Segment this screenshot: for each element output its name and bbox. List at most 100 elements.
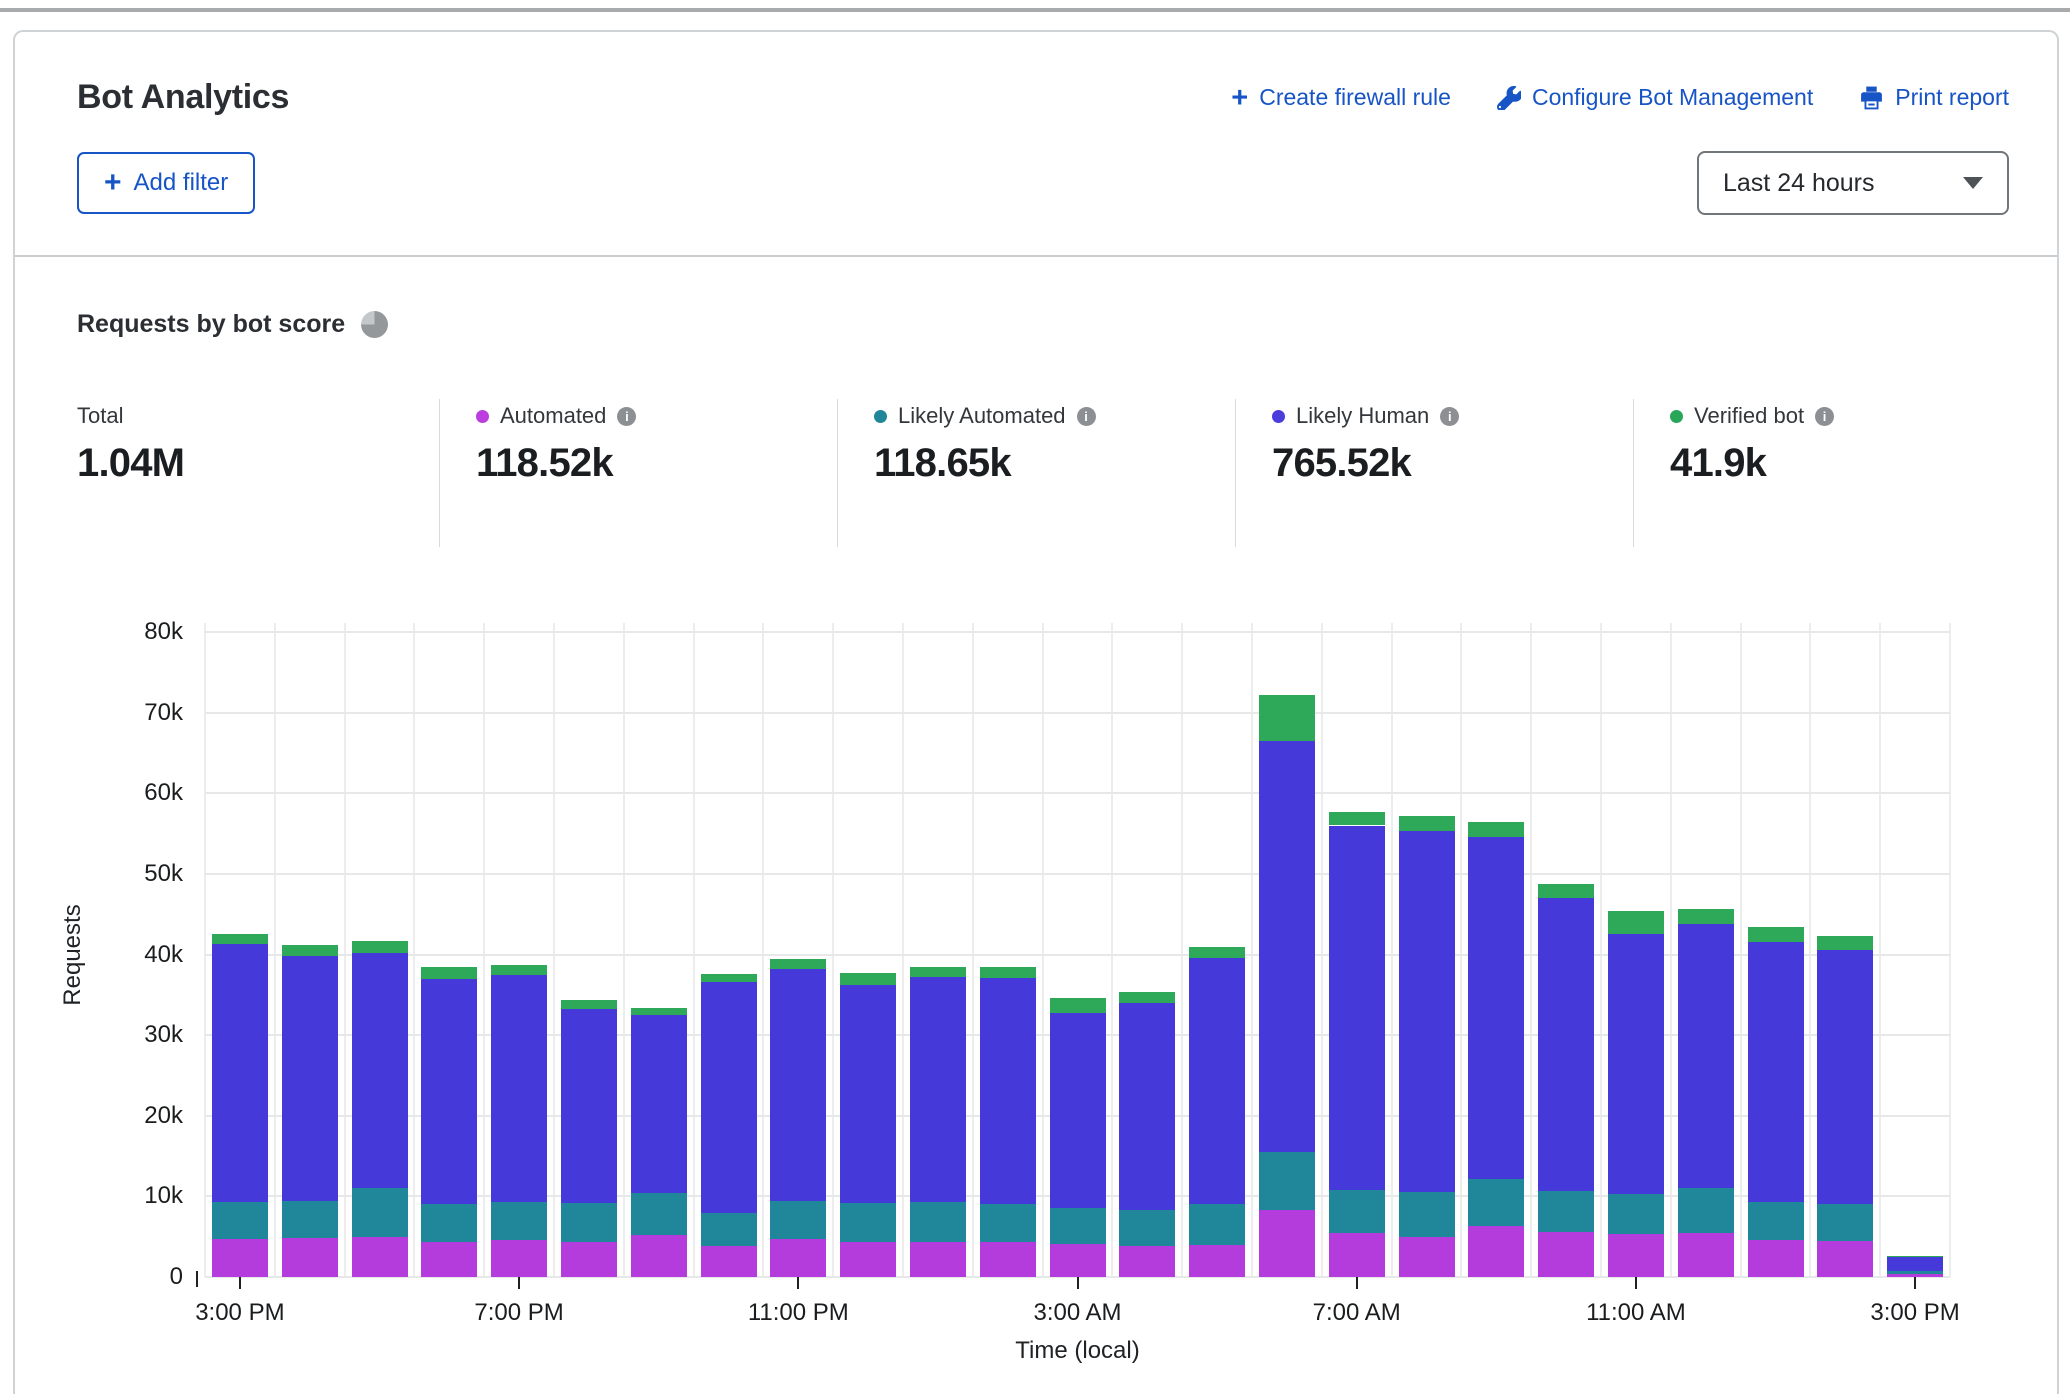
bar-segment-likely-automated[interactable] [561,1203,617,1242]
bar-segment-likely-human[interactable] [770,969,826,1201]
bar-segment-automated[interactable] [491,1240,547,1277]
bar-segment-likely-human[interactable] [421,979,477,1205]
bar-segment-likely-human[interactable] [352,953,408,1188]
bar-segment-likely-automated[interactable] [212,1202,268,1239]
bar-segment-verified-bot[interactable] [1678,909,1734,924]
bar-segment-likely-human[interactable] [1050,1013,1106,1207]
bar-segment-likely-human[interactable] [491,975,547,1202]
bar-segment-verified-bot[interactable] [421,967,477,978]
bar-segment-verified-bot[interactable] [1119,992,1175,1002]
bar-segment-likely-human[interactable] [1119,1003,1175,1210]
bar-segment-likely-automated[interactable] [1119,1210,1175,1245]
bar-segment-verified-bot[interactable] [770,959,826,969]
bar-segment-automated[interactable] [561,1242,617,1277]
time-range-select[interactable]: Last 24 hours [1697,151,2009,215]
bar-segment-likely-human[interactable] [1748,942,1804,1202]
bar-segment-automated[interactable] [1119,1246,1175,1277]
bar-segment-likely-human[interactable] [561,1009,617,1203]
bar-segment-likely-human[interactable] [282,956,338,1201]
bar-segment-automated[interactable] [1817,1241,1873,1277]
bar-segment-likely-human[interactable] [1608,934,1664,1194]
bar-segment-verified-bot[interactable] [1050,998,1106,1013]
bar-segment-verified-bot[interactable] [980,967,1036,977]
bar-segment-likely-human[interactable] [1538,898,1594,1191]
bar-segment-likely-human[interactable] [701,982,757,1213]
bar-segment-likely-human[interactable] [1887,1257,1943,1271]
bar-segment-verified-bot[interactable] [1468,822,1524,837]
bar-segment-automated[interactable] [1608,1234,1664,1277]
bar-segment-verified-bot[interactable] [212,934,268,944]
bar-segment-likely-automated[interactable] [1329,1190,1385,1234]
bar-segment-likely-human[interactable] [1189,958,1245,1205]
create-firewall-rule-link[interactable]: + Create firewall rule [1231,84,1451,111]
bar-segment-likely-human[interactable] [1329,826,1385,1190]
bar-segment-verified-bot[interactable] [561,1000,617,1008]
bar-segment-automated[interactable] [1678,1233,1734,1277]
info-icon[interactable]: i [617,407,636,426]
configure-bot-management-link[interactable]: Configure Bot Management [1497,84,1813,111]
bar-segment-automated[interactable] [1748,1240,1804,1277]
bar-segment-likely-human[interactable] [1259,741,1315,1152]
add-filter-button[interactable]: + Add filter [77,152,255,214]
bar-segment-likely-automated[interactable] [1538,1191,1594,1232]
bar-segment-verified-bot[interactable] [910,967,966,977]
bar-segment-verified-bot[interactable] [282,945,338,956]
bar-segment-likely-automated[interactable] [1399,1192,1455,1236]
bar-segment-verified-bot[interactable] [1817,936,1873,951]
bar-segment-verified-bot[interactable] [631,1008,687,1015]
bar-segment-likely-automated[interactable] [1189,1204,1245,1244]
bar-segment-likely-automated[interactable] [1817,1204,1873,1240]
bar-segment-verified-bot[interactable] [352,941,408,953]
bar-segment-likely-automated[interactable] [980,1204,1036,1242]
bar-segment-likely-automated[interactable] [1887,1271,1943,1274]
bar-segment-likely-human[interactable] [1399,831,1455,1192]
bar-segment-automated[interactable] [212,1239,268,1277]
print-report-link[interactable]: Print report [1859,84,2009,111]
info-icon[interactable]: i [1815,407,1834,426]
bar-segment-likely-automated[interactable] [840,1203,896,1242]
bar-segment-likely-automated[interactable] [910,1202,966,1242]
bar-segment-automated[interactable] [352,1237,408,1277]
bar-segment-likely-automated[interactable] [282,1201,338,1238]
bar-segment-automated[interactable] [701,1246,757,1277]
bar-segment-verified-bot[interactable] [1399,816,1455,831]
bar-segment-likely-human[interactable] [840,985,896,1203]
bar-segment-automated[interactable] [770,1239,826,1277]
bar-segment-automated[interactable] [910,1242,966,1277]
bar-segment-likely-automated[interactable] [491,1202,547,1240]
bar-segment-verified-bot[interactable] [840,973,896,985]
bar-segment-likely-automated[interactable] [1748,1202,1804,1240]
bar-segment-automated[interactable] [1259,1210,1315,1277]
bar-segment-automated[interactable] [1399,1237,1455,1277]
bar-segment-likely-automated[interactable] [421,1204,477,1241]
bar-segment-likely-automated[interactable] [1259,1152,1315,1210]
bar-segment-likely-automated[interactable] [1050,1208,1106,1244]
bar-segment-likely-human[interactable] [1817,950,1873,1204]
bar-segment-likely-automated[interactable] [631,1193,687,1235]
bar-segment-likely-automated[interactable] [770,1201,826,1239]
bar-segment-automated[interactable] [980,1242,1036,1277]
bar-segment-automated[interactable] [1329,1233,1385,1277]
bar-segment-verified-bot[interactable] [1538,884,1594,899]
bar-segment-verified-bot[interactable] [491,965,547,975]
bar-segment-automated[interactable] [1468,1226,1524,1277]
bar-segment-verified-bot[interactable] [1887,1256,1943,1257]
bar-segment-automated[interactable] [1189,1245,1245,1277]
bar-segment-likely-human[interactable] [1468,837,1524,1179]
bar-segment-likely-human[interactable] [212,944,268,1202]
bar-segment-automated[interactable] [840,1242,896,1277]
bar-segment-likely-automated[interactable] [352,1188,408,1236]
bar-segment-likely-automated[interactable] [1468,1179,1524,1227]
bar-segment-verified-bot[interactable] [701,974,757,982]
bar-segment-likely-human[interactable] [980,978,1036,1205]
bar-segment-automated[interactable] [1538,1232,1594,1277]
bar-segment-likely-human[interactable] [1678,924,1734,1188]
info-icon[interactable]: i [1077,407,1096,426]
bar-segment-automated[interactable] [631,1235,687,1277]
bar-segment-verified-bot[interactable] [1608,911,1664,934]
bar-segment-likely-automated[interactable] [1678,1188,1734,1232]
bar-segment-verified-bot[interactable] [1259,695,1315,741]
info-icon[interactable]: i [1440,407,1459,426]
bar-segment-automated[interactable] [282,1238,338,1277]
bar-segment-likely-human[interactable] [631,1015,687,1193]
